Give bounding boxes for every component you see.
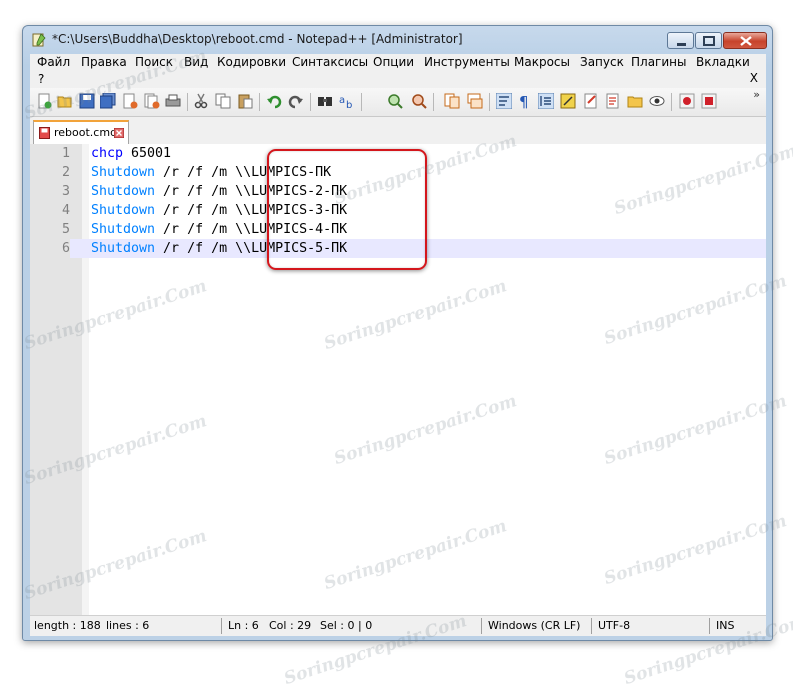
menu-language[interactable]: Синтаксисы (292, 55, 368, 69)
sync-horizontal-icon[interactable] (467, 93, 483, 109)
status-separator (221, 618, 222, 634)
tab-bar: reboot.cmd (30, 117, 766, 145)
menu-plugins[interactable]: Плагины (631, 55, 686, 69)
menu-window[interactable]: Вкладки (696, 55, 750, 69)
word-wrap-icon[interactable] (496, 93, 512, 109)
folder-workspace-icon[interactable] (627, 93, 643, 109)
new-file-icon[interactable] (36, 93, 52, 109)
zoom-in-icon[interactable] (387, 93, 403, 109)
stop-record-icon[interactable] (701, 93, 717, 109)
maximize-button[interactable] (695, 32, 722, 49)
menu-encoding[interactable]: Кодировки (217, 55, 286, 69)
minimize-button[interactable] (667, 32, 694, 49)
toolbar-overflow-button[interactable]: » (753, 88, 760, 101)
toolbar-separator (671, 93, 672, 111)
record-macro-icon[interactable] (679, 93, 695, 109)
indent-guide-icon[interactable] (538, 93, 554, 109)
tab-label: reboot.cmd (54, 126, 118, 139)
redo-icon[interactable] (288, 93, 304, 109)
highlight-annotation-box (267, 149, 427, 270)
notepadpp-window: *C:\Users\Buddha\Desktop\reboot.cmd - No… (22, 25, 773, 641)
status-selection: Sel : 0 | 0 (320, 619, 373, 632)
tab-close-icon[interactable] (114, 128, 124, 138)
window-title: *C:\Users\Buddha\Desktop\reboot.cmd - No… (52, 32, 463, 46)
line-text: chcp 65001 (91, 144, 171, 163)
open-file-icon[interactable] (57, 93, 73, 109)
menu-tools[interactable]: Инструменты (424, 55, 510, 69)
zoom-out-icon[interactable] (411, 93, 427, 109)
svg-text:¶: ¶ (519, 93, 529, 109)
status-column: Col : 29 (269, 619, 312, 632)
toolbar: ab ¶ » (30, 88, 766, 117)
menu-settings[interactable]: Опции (373, 55, 414, 69)
monitoring-icon[interactable] (649, 93, 665, 109)
paste-icon[interactable] (237, 93, 253, 109)
maximize-icon (703, 36, 715, 46)
status-encoding[interactable]: UTF-8 (598, 619, 630, 632)
notepadpp-app-icon (32, 33, 46, 47)
menu-view[interactable]: Вид (184, 55, 208, 69)
status-bar: length : 188 lines : 6 Ln : 6 Col : 29 S… (30, 615, 766, 636)
line-number: 1 (30, 144, 70, 163)
close-document-button[interactable]: X (750, 71, 758, 85)
command-keyword: Shutdown (91, 241, 156, 256)
toolbar-separator (433, 93, 434, 111)
status-lines: lines : 6 (106, 619, 150, 632)
save-all-icon[interactable] (100, 93, 116, 109)
user-lang-icon[interactable] (560, 93, 576, 109)
menu-bar: Файл Правка Поиск Вид Кодировки Синтакси… (30, 54, 766, 88)
menu-search[interactable]: Поиск (135, 55, 173, 69)
command-keyword: chcp (91, 146, 124, 161)
cut-icon[interactable] (193, 93, 209, 109)
command-keyword: Shutdown (91, 165, 156, 180)
close-all-icon[interactable] (144, 93, 160, 109)
save-icon[interactable] (79, 93, 95, 109)
toolbar-separator (310, 93, 311, 111)
line-number: 4 (30, 201, 70, 220)
doc-map-icon[interactable] (583, 93, 599, 109)
menu-file[interactable]: Файл (37, 55, 70, 69)
show-all-chars-icon[interactable]: ¶ (517, 93, 533, 109)
unsaved-file-icon (39, 127, 50, 139)
copy-icon[interactable] (215, 93, 231, 109)
function-list-icon[interactable] (605, 93, 621, 109)
menu-macro[interactable]: Макросы (514, 55, 570, 69)
minimize-icon (677, 43, 686, 46)
status-separator (709, 618, 710, 634)
svg-text:b: b (346, 100, 352, 109)
title-bar[interactable]: *C:\Users\Buddha\Desktop\reboot.cmd - No… (23, 26, 772, 54)
line-number: 2 (30, 163, 70, 182)
toolbar-separator (259, 93, 260, 111)
find-icon[interactable] (317, 93, 333, 109)
line-number: 3 (30, 182, 70, 201)
replace-icon[interactable]: ab (339, 93, 355, 109)
print-icon[interactable] (165, 93, 181, 109)
sync-vertical-icon[interactable] (444, 93, 460, 109)
tab-reboot-cmd[interactable]: reboot.cmd (33, 120, 129, 144)
svg-text:a: a (339, 95, 345, 106)
line-number: 6 (30, 239, 70, 258)
status-length: length : 188 (34, 619, 101, 632)
command-keyword: Shutdown (91, 203, 156, 218)
menu-help[interactable]: ? (38, 72, 44, 86)
undo-icon[interactable] (266, 93, 282, 109)
status-separator (481, 618, 482, 634)
command-keyword: Shutdown (91, 184, 156, 199)
menu-edit[interactable]: Правка (81, 55, 127, 69)
line-number: 5 (30, 220, 70, 239)
toolbar-separator (361, 93, 362, 111)
status-separator (591, 618, 592, 634)
status-insert-mode[interactable]: INS (716, 619, 734, 632)
close-window-button[interactable] (723, 32, 767, 49)
close-icon[interactable] (122, 93, 138, 109)
menu-run[interactable]: Запуск (580, 55, 624, 69)
command-arguments: 65001 (123, 146, 172, 161)
toolbar-separator (187, 93, 188, 111)
close-icon (740, 36, 752, 46)
status-line-number: Ln : 6 (228, 619, 259, 632)
status-eol-format[interactable]: Windows (CR LF) (488, 619, 580, 632)
command-keyword: Shutdown (91, 222, 156, 237)
toolbar-separator (489, 93, 490, 111)
